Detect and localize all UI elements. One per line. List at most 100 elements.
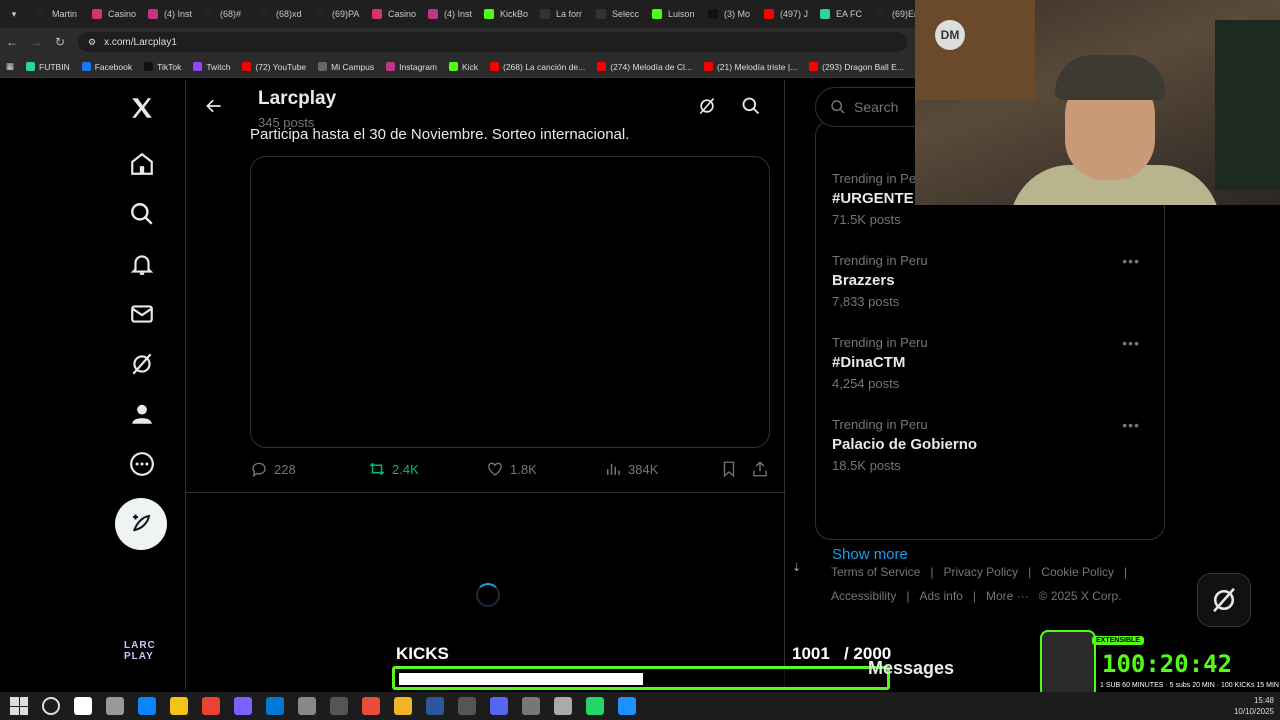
forward-nav-icon[interactable]: → <box>24 35 48 49</box>
url-text: x.com/Larcplay1 <box>104 36 177 48</box>
taskbar-app-icon[interactable] <box>490 697 508 715</box>
taskbar-app-icon[interactable] <box>522 697 540 715</box>
browser-tab[interactable]: (68)xd <box>252 0 308 28</box>
scroll-down-icon[interactable]: ⇣ <box>792 561 801 574</box>
taskbar-app-icon[interactable] <box>298 697 316 715</box>
bookmark-item[interactable]: Kick <box>443 62 484 72</box>
taskbar-app-icon[interactable] <box>170 697 188 715</box>
reload-icon[interactable]: ↻ <box>48 35 72 49</box>
tab-favicon-icon <box>820 9 830 19</box>
explore-search-icon[interactable] <box>128 200 156 228</box>
grok-floating-button[interactable] <box>1197 573 1251 627</box>
footer-links: Terms of Service | Privacy Policy | Cookie P… <box>831 560 1151 608</box>
more-options-icon[interactable] <box>128 450 156 478</box>
bookmark-item[interactable]: Twitch <box>187 62 236 72</box>
footer-link[interactable]: Privacy Policy <box>943 565 1018 579</box>
footer-link[interactable]: Terms of Service <box>831 565 920 579</box>
bookmark-item[interactable]: (274) Melodía de Cl... <box>591 62 698 72</box>
start-icon[interactable] <box>10 697 28 715</box>
taskbar-search-icon[interactable] <box>42 697 60 715</box>
bookmark-item[interactable]: (293) Dragon Ball E... <box>803 62 910 72</box>
post-media[interactable] <box>250 156 770 448</box>
apps-icon[interactable]: ▦ <box>0 61 20 72</box>
back-arrow-icon[interactable] <box>204 96 224 116</box>
grok-header-icon[interactable] <box>697 96 717 116</box>
bookmark-item[interactable]: (268) La canción de... <box>484 62 591 72</box>
browser-tab[interactable]: Martin <box>28 0 84 28</box>
footer-link[interactable]: Ads info <box>919 589 962 603</box>
site-info-icon[interactable]: ⚙ <box>88 37 96 48</box>
bookmark-item[interactable]: Instagram <box>380 62 443 72</box>
bookmark-item[interactable]: (21) Melodía triste |... <box>698 62 803 72</box>
tab-search-button[interactable]: ▾ <box>0 9 28 20</box>
reply-button[interactable]: 228 <box>250 460 296 478</box>
taskbar-app-icon[interactable] <box>554 697 572 715</box>
browser-tab[interactable]: (69)PA <box>308 0 364 28</box>
taskbar-app-icon[interactable] <box>138 697 156 715</box>
trend-item[interactable]: Trending in Peru Brazzers 7,833 posts ••… <box>832 253 1150 319</box>
bookmark-item[interactable]: FUTBIN <box>20 62 76 72</box>
bookmark-item[interactable]: TikTok <box>138 62 187 72</box>
taskbar-app-icon[interactable] <box>362 697 380 715</box>
browser-tab[interactable]: Luison <box>644 0 700 28</box>
taskbar-app-icon[interactable] <box>586 697 604 715</box>
compose-post-button[interactable] <box>115 498 167 550</box>
tab-favicon-icon <box>148 9 158 19</box>
browser-tab[interactable]: (69)Enc <box>868 0 915 28</box>
taskbar-app-icon[interactable] <box>426 697 444 715</box>
browser-tab[interactable]: Casino <box>364 0 420 28</box>
browser-tab[interactable]: (4) Inst <box>420 0 476 28</box>
tab-label: Casino <box>388 9 417 19</box>
footer-separator: | <box>1028 565 1032 579</box>
taskbar-app-icon[interactable] <box>394 697 412 715</box>
bookmark-button[interactable] <box>720 460 738 478</box>
like-button[interactable]: 1.8K <box>486 460 537 478</box>
footer-link[interactable]: Accessibility <box>831 589 896 603</box>
share-button[interactable] <box>751 460 769 478</box>
trend-more-icon[interactable]: ••• <box>1122 335 1140 351</box>
browser-tab[interactable]: La forr <box>532 0 588 28</box>
footer-link[interactable]: More ··· <box>986 589 1029 603</box>
bookmark-item[interactable]: Mi Campus <box>312 62 380 72</box>
bookmark-label: (293) Dragon Ball E... <box>822 61 904 72</box>
footer-link[interactable]: Cookie Policy <box>1041 565 1114 579</box>
messages-envelope-icon[interactable] <box>128 300 156 328</box>
back-nav-icon[interactable]: ← <box>0 35 24 49</box>
browser-tab[interactable]: (4) Inst <box>140 0 196 28</box>
trend-more-icon[interactable]: ••• <box>1122 417 1140 433</box>
browser-tab[interactable]: (497) J <box>756 0 812 28</box>
taskbar-app-icon[interactable] <box>458 697 476 715</box>
bookmark-favicon-icon <box>703 62 713 71</box>
home-icon[interactable] <box>128 150 156 178</box>
bookmark-item[interactable]: (72) YouTube <box>236 62 312 72</box>
browser-tab[interactable]: KickBo <box>476 0 532 28</box>
browser-tab[interactable]: Casino <box>84 0 140 28</box>
notifications-bell-icon[interactable] <box>128 250 156 278</box>
url-field[interactable]: ⚙ x.com/Larcplay1 <box>78 32 907 52</box>
trend-item[interactable]: Trending in Peru #DinaCTM 4,254 posts ••… <box>832 335 1150 401</box>
repost-button[interactable]: 2.4K <box>368 460 419 478</box>
browser-tab[interactable]: Selecc <box>588 0 644 28</box>
profile-icon[interactable] <box>128 400 156 428</box>
trend-item[interactable]: Trending in Peru Palacio de Gobierno 18.… <box>832 417 1150 483</box>
search-icon[interactable] <box>741 96 761 116</box>
views-button[interactable]: 384K <box>604 460 658 478</box>
taskbar-app-icon[interactable] <box>618 697 636 715</box>
bookmark-item[interactable]: Facebook <box>76 62 138 72</box>
trend-more-icon[interactable]: ••• <box>1122 253 1140 269</box>
taskbar-app-icon[interactable] <box>266 697 284 715</box>
system-clock[interactable]: 15:48 10/10/2025 <box>1234 695 1274 717</box>
taskbar-app-icon[interactable] <box>234 697 252 715</box>
browser-tab[interactable]: EA FC <box>812 0 868 28</box>
browser-tab[interactable]: (68)# <box>196 0 252 28</box>
taskbar-app-icon[interactable] <box>106 697 124 715</box>
x-logo-icon[interactable] <box>128 94 156 122</box>
footer-link[interactable]: © 2025 X Corp. <box>1039 589 1122 603</box>
grok-icon[interactable] <box>128 350 156 378</box>
taskbar-app-icon[interactable] <box>330 697 348 715</box>
messages-drawer[interactable]: Messages <box>868 658 954 679</box>
trend-context: Trending in Peru <box>832 335 928 350</box>
taskbar-app-icon[interactable] <box>202 697 220 715</box>
taskbar-app-icon[interactable] <box>74 697 92 715</box>
browser-tab[interactable]: (3) Mo <box>700 0 756 28</box>
